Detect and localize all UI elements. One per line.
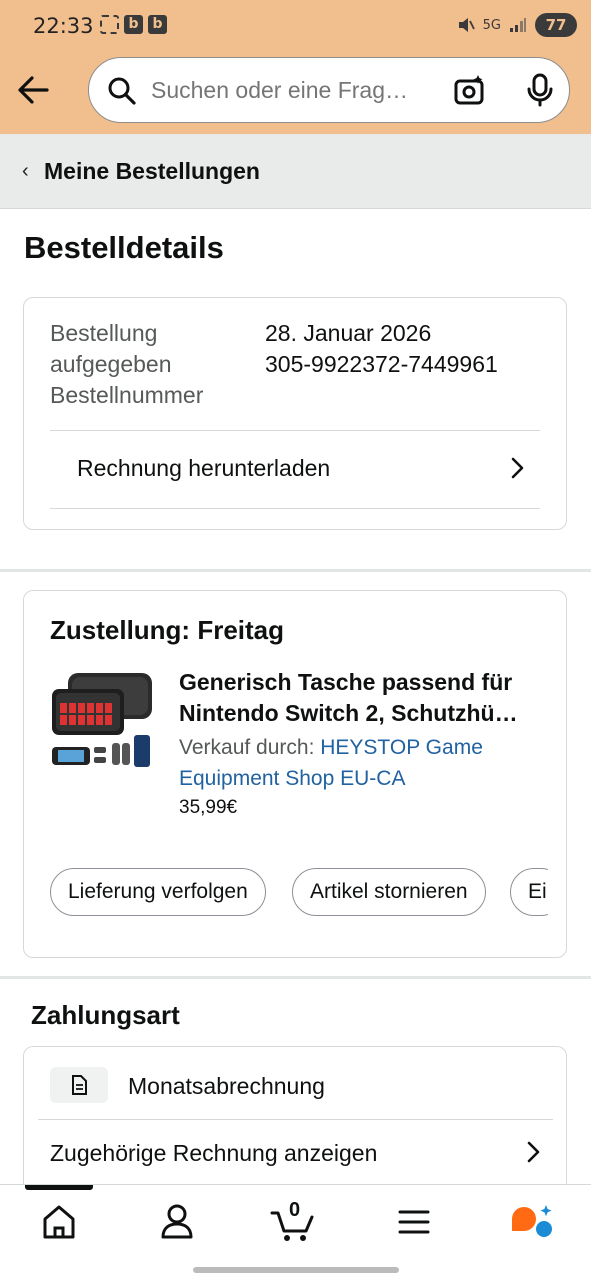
payment-method: Monatsabrechnung xyxy=(128,1073,325,1099)
cart-count: 0 xyxy=(289,1199,301,1221)
order-values: 28. Januar 2026 305-9922372-7449961 xyxy=(265,318,498,380)
bottom-navigation: 0 xyxy=(0,1184,591,1281)
more-action-button[interactable]: Ei xyxy=(510,868,548,916)
battery-level: 77 xyxy=(535,13,577,37)
nav-home[interactable] xyxy=(29,1199,89,1249)
delivery-card: Zustellung: Freitag Generisch Tasche pas… xyxy=(23,590,567,958)
order-date: 28. Januar 2026 xyxy=(265,320,432,346)
breadcrumb[interactable]: ‹ Meine Bestellungen xyxy=(0,134,591,209)
product-title-line: Nintendo Switch 2, Schutzhü… xyxy=(179,700,518,726)
back-arrow-icon xyxy=(18,76,49,104)
mute-icon xyxy=(458,18,475,32)
track-delivery-button[interactable]: Lieferung verfolgen xyxy=(50,868,266,916)
divider xyxy=(38,1119,553,1120)
divider xyxy=(50,508,540,509)
nav-menu[interactable] xyxy=(384,1199,444,1249)
status-time: 22:33 xyxy=(33,14,94,38)
nav-cart[interactable]: 0 xyxy=(264,1199,324,1249)
order-number: 305-9922372-7449961 xyxy=(265,351,498,377)
back-button[interactable] xyxy=(16,72,52,108)
order-action-chips: Lieferung verfolgen Artikel stornieren E… xyxy=(50,868,548,918)
app-badge-icon: b xyxy=(124,15,143,34)
seller-info: Verkauf durch: HEYSTOP Game Equipment Sh… xyxy=(179,732,539,794)
download-invoice-row[interactable]: Rechnung herunterladen xyxy=(50,431,540,507)
page-title: Bestelldetails xyxy=(24,230,224,265)
view-invoice-row[interactable]: Zugehörige Rechnung anzeigen xyxy=(50,1125,540,1181)
order-info-card: Bestellung aufgegeben Bestellnummer 28. … xyxy=(23,297,567,530)
search-input[interactable] xyxy=(151,58,436,122)
payment-heading: Zahlungsart xyxy=(31,1000,180,1030)
breadcrumb-label: Meine Bestellungen xyxy=(44,158,260,184)
microphone-icon[interactable] xyxy=(525,72,555,108)
section-separator xyxy=(0,569,591,572)
document-icon xyxy=(50,1067,108,1103)
home-indicator[interactable] xyxy=(193,1267,399,1273)
section-separator xyxy=(0,976,591,979)
camera-search-icon[interactable] xyxy=(452,72,488,108)
menu-icon xyxy=(398,1210,430,1234)
order-number-label: Bestellnummer xyxy=(50,382,204,408)
cancel-item-button[interactable]: Artikel stornieren xyxy=(292,868,486,916)
product-image[interactable] xyxy=(50,665,156,771)
chevron-right-icon xyxy=(527,1141,540,1163)
home-icon xyxy=(43,1205,75,1239)
network-type: 5G xyxy=(482,17,501,33)
nav-rufus[interactable] xyxy=(502,1199,562,1249)
product-case-image xyxy=(52,673,152,767)
product-title-line: Generisch Tasche passend für xyxy=(179,669,513,695)
chevron-left-icon: ‹ xyxy=(22,160,29,182)
chevron-right-icon xyxy=(511,457,524,479)
nav-account[interactable] xyxy=(147,1199,207,1249)
active-tab-indicator xyxy=(25,1185,93,1190)
app-badge-icon: b xyxy=(148,15,167,34)
signal-icon xyxy=(510,18,526,32)
seller-prefix: Verkauf durch: xyxy=(179,736,321,759)
status-system-icons: 5G 77 xyxy=(457,13,577,37)
order-labels: Bestellung aufgegeben Bestellnummer xyxy=(50,318,250,411)
order-placed-label: Bestellung aufgegeben xyxy=(50,320,172,377)
search-bar[interactable] xyxy=(88,57,570,123)
rufus-icon xyxy=(512,1205,552,1237)
screenshot-icon xyxy=(100,15,119,34)
app-header xyxy=(0,52,591,134)
search-icon xyxy=(108,77,136,105)
delivery-heading: Zustellung: Freitag xyxy=(50,615,284,645)
view-invoice-label: Zugehörige Rechnung anzeigen xyxy=(50,1140,378,1166)
status-notification-icons: b b xyxy=(100,15,167,34)
product-price: 35,99€ xyxy=(179,797,238,818)
account-icon xyxy=(161,1204,193,1239)
status-bar: 22:33 b b 5G 77 xyxy=(0,0,591,52)
product-title[interactable]: Generisch Tasche passend für Nintendo Sw… xyxy=(179,667,544,729)
download-invoice-label: Rechnung herunterladen xyxy=(77,455,331,481)
